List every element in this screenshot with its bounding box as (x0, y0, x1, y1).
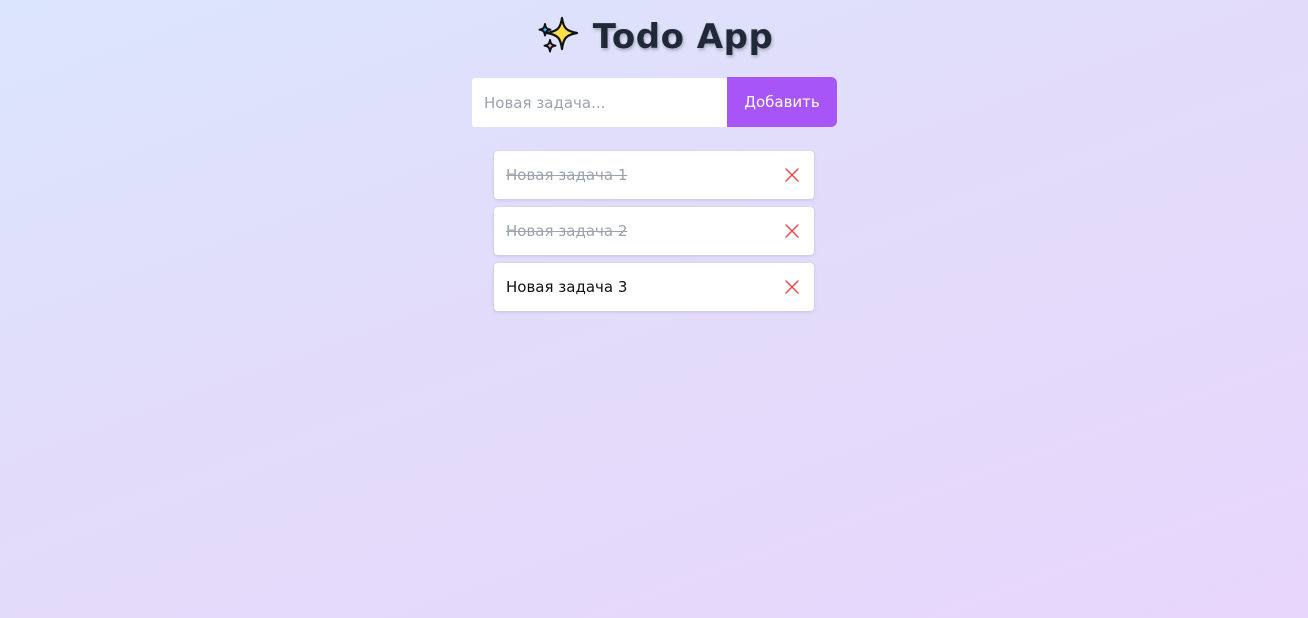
add-task-form: Добавить (472, 77, 837, 127)
delete-task-button[interactable] (782, 277, 802, 297)
new-task-input[interactable] (472, 78, 727, 127)
task-text[interactable]: Новая задача 3 (506, 278, 627, 296)
task-item: Новая задача 3 (494, 263, 814, 311)
close-icon (785, 224, 799, 238)
delete-task-button[interactable] (782, 165, 802, 185)
task-text[interactable]: Новая задача 1 (506, 166, 627, 184)
close-icon (785, 168, 799, 182)
add-task-button[interactable]: Добавить (727, 77, 837, 127)
task-item: Новая задача 1 (494, 151, 814, 199)
task-list: Новая задача 1 Новая задача 2 Новая зада… (494, 151, 814, 319)
task-item: Новая задача 2 (494, 207, 814, 255)
close-icon (785, 280, 799, 294)
todo-app: Todo App Добавить Новая задача 1 Новая з… (0, 0, 1308, 618)
task-text[interactable]: Новая задача 2 (506, 222, 627, 240)
sparkles-icon (535, 14, 581, 60)
app-title: Todo App (592, 17, 774, 57)
delete-task-button[interactable] (782, 221, 802, 241)
app-header: Todo App (0, 12, 1308, 62)
